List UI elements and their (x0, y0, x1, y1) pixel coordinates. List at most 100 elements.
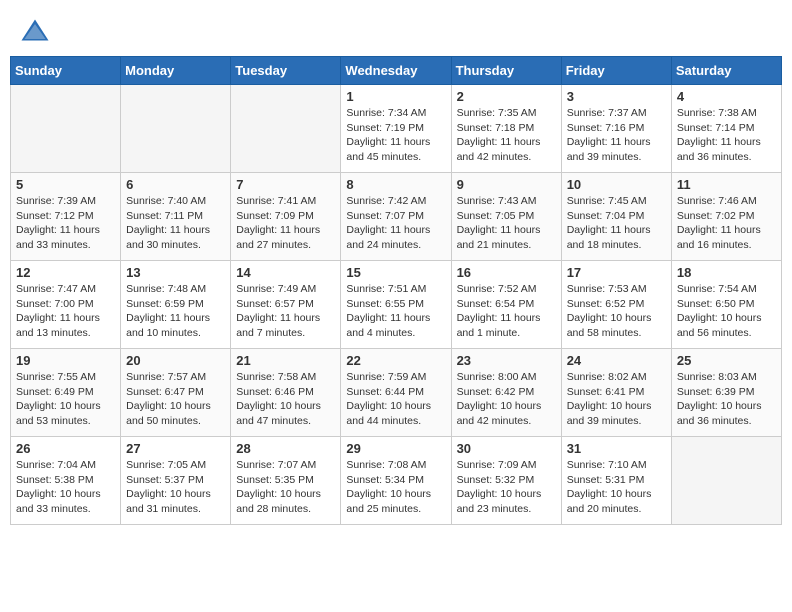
day-info: Sunrise: 7:51 AM Sunset: 6:55 PM Dayligh… (346, 282, 445, 341)
day-info: Sunrise: 8:03 AM Sunset: 6:39 PM Dayligh… (677, 370, 776, 429)
day-info: Sunrise: 7:09 AM Sunset: 5:32 PM Dayligh… (457, 458, 556, 517)
day-info: Sunrise: 7:49 AM Sunset: 6:57 PM Dayligh… (236, 282, 335, 341)
calendar-day: 15Sunrise: 7:51 AM Sunset: 6:55 PM Dayli… (341, 261, 451, 349)
weekday-header: Tuesday (231, 57, 341, 85)
calendar-week-row: 12 Sunrise: 7:47 AM Sunset: 7:00 PM Dayli… (11, 261, 782, 349)
calendar-day: 22 Sunrise: 7:59 AM Sunset: 6:44 PM Dayli… (341, 349, 451, 437)
day-info: Sunrise: 7:35 AM Sunset: 7:18 PM Dayligh… (457, 106, 556, 165)
weekday-header: Wednesday (341, 57, 451, 85)
calendar-day (121, 85, 231, 173)
day-info: Sunrise: 7:52 AM Sunset: 6:54 PM Dayligh… (457, 282, 556, 341)
day-number: 1 (346, 89, 445, 104)
day-number: 26 (16, 441, 115, 456)
calendar-day: 14Sunrise: 7:49 AM Sunset: 6:57 PM Dayli… (231, 261, 341, 349)
calendar-week-row: 1 Sunrise: 7:34 AM Sunset: 7:19 PM Daylig… (11, 85, 782, 173)
calendar-day (231, 85, 341, 173)
calendar-day: 18Sunrise: 7:54 AM Sunset: 6:50 PM Dayli… (671, 261, 781, 349)
calendar-week-row: 26 Sunrise: 7:04 AM Sunset: 5:38 PM Dayli… (11, 437, 782, 525)
day-info: Sunrise: 7:41 AM Sunset: 7:09 PM Dayligh… (236, 194, 335, 253)
calendar-day (11, 85, 121, 173)
weekday-header: Monday (121, 57, 231, 85)
day-info: Sunrise: 7:39 AM Sunset: 7:12 PM Dayligh… (16, 194, 115, 253)
day-number: 3 (567, 89, 666, 104)
calendar-table: SundayMondayTuesdayWednesdayThursdayFrid… (10, 56, 782, 525)
weekday-header: Friday (561, 57, 671, 85)
logo (20, 18, 52, 48)
day-info: Sunrise: 7:08 AM Sunset: 5:34 PM Dayligh… (346, 458, 445, 517)
day-number: 31 (567, 441, 666, 456)
day-info: Sunrise: 7:07 AM Sunset: 5:35 PM Dayligh… (236, 458, 335, 517)
day-info: Sunrise: 7:46 AM Sunset: 7:02 PM Dayligh… (677, 194, 776, 253)
calendar-day: 5 Sunrise: 7:39 AM Sunset: 7:12 PM Daylig… (11, 173, 121, 261)
day-info: Sunrise: 7:53 AM Sunset: 6:52 PM Dayligh… (567, 282, 666, 341)
day-info: Sunrise: 7:05 AM Sunset: 5:37 PM Dayligh… (126, 458, 225, 517)
day-info: Sunrise: 7:04 AM Sunset: 5:38 PM Dayligh… (16, 458, 115, 517)
day-info: Sunrise: 7:47 AM Sunset: 7:00 PM Dayligh… (16, 282, 115, 341)
page-header (10, 10, 782, 48)
day-info: Sunrise: 7:58 AM Sunset: 6:46 PM Dayligh… (236, 370, 335, 429)
calendar-day: 8 Sunrise: 7:42 AM Sunset: 7:07 PM Daylig… (341, 173, 451, 261)
calendar-day: 7 Sunrise: 7:41 AM Sunset: 7:09 PM Daylig… (231, 173, 341, 261)
day-number: 20 (126, 353, 225, 368)
weekday-header: Sunday (11, 57, 121, 85)
calendar-day: 4 Sunrise: 7:38 AM Sunset: 7:14 PM Daylig… (671, 85, 781, 173)
day-info: Sunrise: 7:45 AM Sunset: 7:04 PM Dayligh… (567, 194, 666, 253)
calendar-day: 13Sunrise: 7:48 AM Sunset: 6:59 PM Dayli… (121, 261, 231, 349)
calendar-day: 20 Sunrise: 7:57 AM Sunset: 6:47 PM Dayli… (121, 349, 231, 437)
calendar-day: 21Sunrise: 7:58 AM Sunset: 6:46 PM Dayli… (231, 349, 341, 437)
day-number: 16 (457, 265, 556, 280)
day-number: 24 (567, 353, 666, 368)
day-info: Sunrise: 7:48 AM Sunset: 6:59 PM Dayligh… (126, 282, 225, 341)
calendar-day: 23 Sunrise: 8:00 AM Sunset: 6:42 PM Dayli… (451, 349, 561, 437)
calendar-day: 10 Sunrise: 7:45 AM Sunset: 7:04 PM Dayli… (561, 173, 671, 261)
calendar-day: 3 Sunrise: 7:37 AM Sunset: 7:16 PM Daylig… (561, 85, 671, 173)
day-number: 25 (677, 353, 776, 368)
calendar-day: 9Sunrise: 7:43 AM Sunset: 7:05 PM Daylig… (451, 173, 561, 261)
day-number: 8 (346, 177, 445, 192)
calendar-day: 17 Sunrise: 7:53 AM Sunset: 6:52 PM Dayli… (561, 261, 671, 349)
day-number: 27 (126, 441, 225, 456)
day-number: 5 (16, 177, 115, 192)
day-info: Sunrise: 7:42 AM Sunset: 7:07 PM Dayligh… (346, 194, 445, 253)
calendar-day: 1 Sunrise: 7:34 AM Sunset: 7:19 PM Daylig… (341, 85, 451, 173)
calendar-day: 19Sunrise: 7:55 AM Sunset: 6:49 PM Dayli… (11, 349, 121, 437)
day-info: Sunrise: 7:38 AM Sunset: 7:14 PM Dayligh… (677, 106, 776, 165)
calendar-day: 6 Sunrise: 7:40 AM Sunset: 7:11 PM Daylig… (121, 173, 231, 261)
day-number: 4 (677, 89, 776, 104)
calendar-day (671, 437, 781, 525)
day-number: 30 (457, 441, 556, 456)
calendar-week-row: 19Sunrise: 7:55 AM Sunset: 6:49 PM Dayli… (11, 349, 782, 437)
day-info: Sunrise: 7:10 AM Sunset: 5:31 PM Dayligh… (567, 458, 666, 517)
day-number: 6 (126, 177, 225, 192)
calendar-week-row: 5 Sunrise: 7:39 AM Sunset: 7:12 PM Daylig… (11, 173, 782, 261)
header-row: SundayMondayTuesdayWednesdayThursdayFrid… (11, 57, 782, 85)
day-number: 12 (16, 265, 115, 280)
calendar-day: 24 Sunrise: 8:02 AM Sunset: 6:41 PM Dayli… (561, 349, 671, 437)
day-info: Sunrise: 8:00 AM Sunset: 6:42 PM Dayligh… (457, 370, 556, 429)
day-number: 18 (677, 265, 776, 280)
day-info: Sunrise: 7:37 AM Sunset: 7:16 PM Dayligh… (567, 106, 666, 165)
calendar-day: 27 Sunrise: 7:05 AM Sunset: 5:37 PM Dayli… (121, 437, 231, 525)
day-number: 17 (567, 265, 666, 280)
day-info: Sunrise: 7:59 AM Sunset: 6:44 PM Dayligh… (346, 370, 445, 429)
day-number: 23 (457, 353, 556, 368)
day-info: Sunrise: 8:02 AM Sunset: 6:41 PM Dayligh… (567, 370, 666, 429)
day-number: 29 (346, 441, 445, 456)
day-info: Sunrise: 7:40 AM Sunset: 7:11 PM Dayligh… (126, 194, 225, 253)
weekday-header: Saturday (671, 57, 781, 85)
day-info: Sunrise: 7:43 AM Sunset: 7:05 PM Dayligh… (457, 194, 556, 253)
day-number: 2 (457, 89, 556, 104)
day-info: Sunrise: 7:57 AM Sunset: 6:47 PM Dayligh… (126, 370, 225, 429)
day-number: 22 (346, 353, 445, 368)
calendar-day: 28Sunrise: 7:07 AM Sunset: 5:35 PM Dayli… (231, 437, 341, 525)
weekday-header: Thursday (451, 57, 561, 85)
calendar-day: 11Sunrise: 7:46 AM Sunset: 7:02 PM Dayli… (671, 173, 781, 261)
calendar-day: 2 Sunrise: 7:35 AM Sunset: 7:18 PM Daylig… (451, 85, 561, 173)
logo-icon (20, 18, 50, 48)
day-info: Sunrise: 7:34 AM Sunset: 7:19 PM Dayligh… (346, 106, 445, 165)
day-info: Sunrise: 7:55 AM Sunset: 6:49 PM Dayligh… (16, 370, 115, 429)
calendar-day: 12 Sunrise: 7:47 AM Sunset: 7:00 PM Dayli… (11, 261, 121, 349)
calendar-day: 31 Sunrise: 7:10 AM Sunset: 5:31 PM Dayli… (561, 437, 671, 525)
day-number: 7 (236, 177, 335, 192)
day-number: 10 (567, 177, 666, 192)
